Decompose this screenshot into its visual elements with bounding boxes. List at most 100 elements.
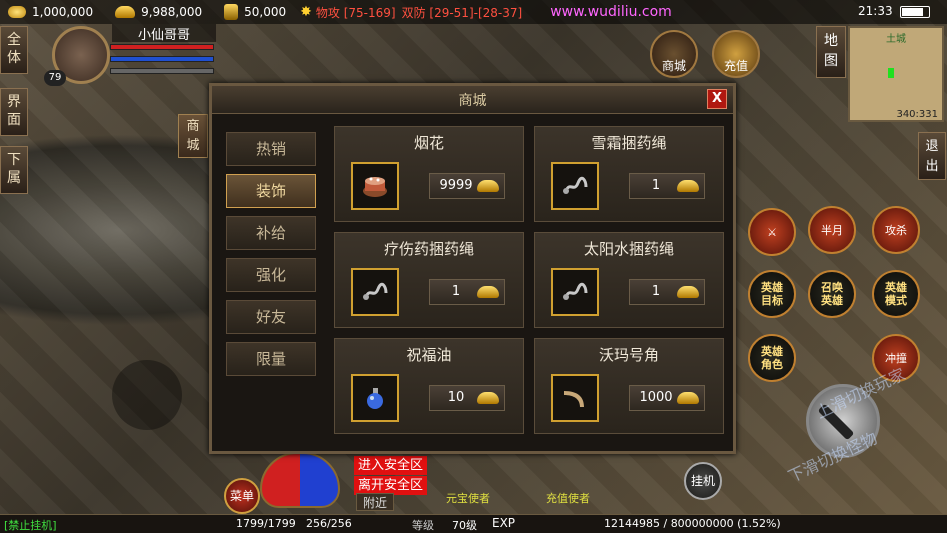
npc-yuanbao-envoy[interactable]: 元宝使者 bbox=[446, 490, 490, 506]
item-name: 烟花 bbox=[413, 134, 444, 152]
close-icon[interactable]: X bbox=[707, 89, 727, 109]
summon-hero-label: 召唤英雄 bbox=[821, 281, 843, 307]
tab-interface[interactable]: 界面 bbox=[0, 88, 28, 136]
minimap[interactable]: 土城 340:331 bbox=[848, 26, 944, 122]
gold-ingot-icon bbox=[677, 180, 699, 192]
category-supply-label: 补给 bbox=[255, 224, 286, 242]
skill-half-moon-button[interactable]: 半月 bbox=[808, 206, 856, 254]
gear-star-icon: ✸ bbox=[300, 4, 312, 20]
shop-item-card[interactable]: 太阳水捆药绳 1 bbox=[534, 232, 724, 328]
dual-defense-value: 双防 [29-51]-[28-37] bbox=[401, 5, 523, 20]
item-name: 沃玛号角 bbox=[598, 346, 659, 364]
category-decoration[interactable]: 装饰 bbox=[226, 174, 316, 208]
summon-hero-button[interactable]: 召唤英雄 bbox=[808, 270, 856, 318]
phys-attack-value: 物攻 [75-169] bbox=[315, 5, 396, 20]
bind-gold-value: 50,000 bbox=[244, 5, 287, 19]
recharge-button-label: 充值 bbox=[723, 59, 748, 73]
sword-skill-icon: ⚔ bbox=[767, 225, 777, 239]
shop-item-card[interactable]: 祝福油 10 bbox=[334, 338, 524, 434]
top-status-bar: 1,000,000 9,988,000 50,000 ✸ 物攻 [75-169] … bbox=[0, 0, 947, 24]
shop-button-label: 商城 bbox=[661, 59, 686, 73]
item-price-value: 1 bbox=[651, 284, 661, 299]
coins-display: 1,000,000 bbox=[8, 5, 93, 19]
shop-item-card[interactable]: 雪霜捆药绳 1 bbox=[534, 126, 724, 222]
gold-ingot-icon bbox=[477, 286, 499, 298]
hero-mode-button[interactable]: 英雄模式 bbox=[872, 270, 920, 318]
level-value: 70级 bbox=[452, 519, 477, 532]
item-name: 雪霜捆药绳 bbox=[591, 134, 667, 152]
rope-icon bbox=[551, 268, 599, 316]
skill-half-moon-label: 半月 bbox=[821, 223, 843, 237]
skill-attack-kill-label: 攻杀 bbox=[885, 223, 907, 237]
category-decoration-label: 装饰 bbox=[255, 182, 286, 200]
bottom-status-bar: [禁止挂机] 1799/1799 256/256 等级 70级 EXP 1214… bbox=[0, 514, 947, 533]
watermark-url: www.wudiliu.com bbox=[550, 4, 672, 20]
gold-ingot-icon bbox=[115, 6, 136, 18]
bind-gold-display: 50,000 bbox=[224, 4, 286, 20]
skill-attack-kill-button[interactable]: 攻杀 bbox=[872, 206, 920, 254]
item-price: 1000 bbox=[629, 385, 705, 411]
shop-dialog-header: 商城 X bbox=[212, 86, 733, 114]
tab-interface-label: 界面 bbox=[7, 94, 21, 128]
hero-role-button[interactable]: 英雄角色 bbox=[748, 334, 796, 382]
item-price-value: 10 bbox=[447, 390, 465, 405]
hero-target-label: 英雄目标 bbox=[761, 281, 783, 307]
defense-stat: 双防 [29-51]-[28-37] bbox=[402, 4, 523, 21]
category-hot[interactable]: 热销 bbox=[226, 132, 316, 166]
gold-ingot-icon bbox=[477, 392, 499, 404]
item-name: 祝福油 bbox=[406, 346, 452, 364]
horn-icon bbox=[551, 374, 599, 422]
shop-item-card[interactable]: 沃玛号角 1000 bbox=[534, 338, 724, 434]
chat-tab-nearby[interactable]: 附近 bbox=[356, 493, 394, 511]
shop-dialog-title: 商城 bbox=[458, 93, 487, 109]
mp-value: 256/256 bbox=[306, 517, 352, 530]
menu-button[interactable]: 菜单 bbox=[224, 478, 260, 514]
item-price-value: 1 bbox=[451, 284, 461, 299]
hero-mode-label: 英雄模式 bbox=[885, 281, 907, 307]
category-hot-label: 热销 bbox=[255, 140, 286, 158]
tab-subordinates[interactable]: 下属 bbox=[0, 146, 28, 194]
auto-battle-button[interactable]: 挂机 bbox=[684, 462, 722, 500]
movement-joystick[interactable] bbox=[112, 360, 182, 430]
category-limited[interactable]: 限量 bbox=[226, 342, 316, 376]
player-level-badge: 79 bbox=[44, 70, 66, 86]
shop-item-card[interactable]: 疗伤药捆药绳 1 bbox=[334, 232, 524, 328]
level-label: 等级 bbox=[412, 519, 434, 532]
item-price: 9999 bbox=[429, 173, 505, 199]
map-button-label: 地图 bbox=[824, 33, 838, 69]
tab-all-label: 全体 bbox=[7, 32, 21, 66]
mp-bar bbox=[110, 56, 214, 62]
tab-all[interactable]: 全体 bbox=[0, 26, 28, 74]
rope-icon bbox=[351, 268, 399, 316]
category-supply[interactable]: 补给 bbox=[226, 216, 316, 250]
gold-ingot-icon bbox=[677, 286, 699, 298]
hero-role-label: 英雄角色 bbox=[761, 345, 783, 371]
gold-display: 9,988,000 bbox=[115, 5, 202, 19]
exp-label: EXP bbox=[492, 516, 516, 530]
enter-safe-zone-notice: 进入安全区 bbox=[354, 456, 428, 475]
tab-subordinates-label: 下属 bbox=[7, 152, 21, 186]
shop-side-tab[interactable]: 商城 bbox=[178, 114, 208, 158]
category-enhance[interactable]: 强化 bbox=[226, 258, 316, 292]
shop-item-card[interactable]: 烟花 9999 bbox=[334, 126, 524, 222]
player-exp-bar bbox=[110, 68, 214, 74]
hero-target-button[interactable]: 英雄目标 bbox=[748, 270, 796, 318]
exit-button[interactable]: 退出 bbox=[918, 132, 946, 180]
map-button[interactable]: 地图 bbox=[816, 26, 846, 78]
money-bag-icon bbox=[224, 4, 239, 20]
category-friends-label: 好友 bbox=[255, 308, 286, 326]
item-price-value: 1000 bbox=[639, 390, 673, 405]
exit-button-label: 退出 bbox=[925, 139, 939, 174]
item-price: 10 bbox=[429, 385, 505, 411]
category-friends[interactable]: 好友 bbox=[226, 300, 316, 334]
npc-recharge-envoy[interactable]: 充值使者 bbox=[546, 490, 590, 506]
category-enhance-label: 强化 bbox=[255, 266, 286, 284]
player-marker-icon bbox=[888, 68, 894, 78]
hp-value: 1799/1799 bbox=[236, 517, 296, 530]
battery-icon bbox=[900, 6, 930, 18]
item-price-value: 9999 bbox=[439, 178, 473, 193]
minimap-title: 土城 bbox=[886, 34, 906, 45]
shop-button[interactable]: 商城 bbox=[650, 30, 698, 78]
skill-slash-button[interactable]: ⚔ bbox=[748, 208, 796, 256]
recharge-button[interactable]: 充值 bbox=[712, 30, 760, 78]
